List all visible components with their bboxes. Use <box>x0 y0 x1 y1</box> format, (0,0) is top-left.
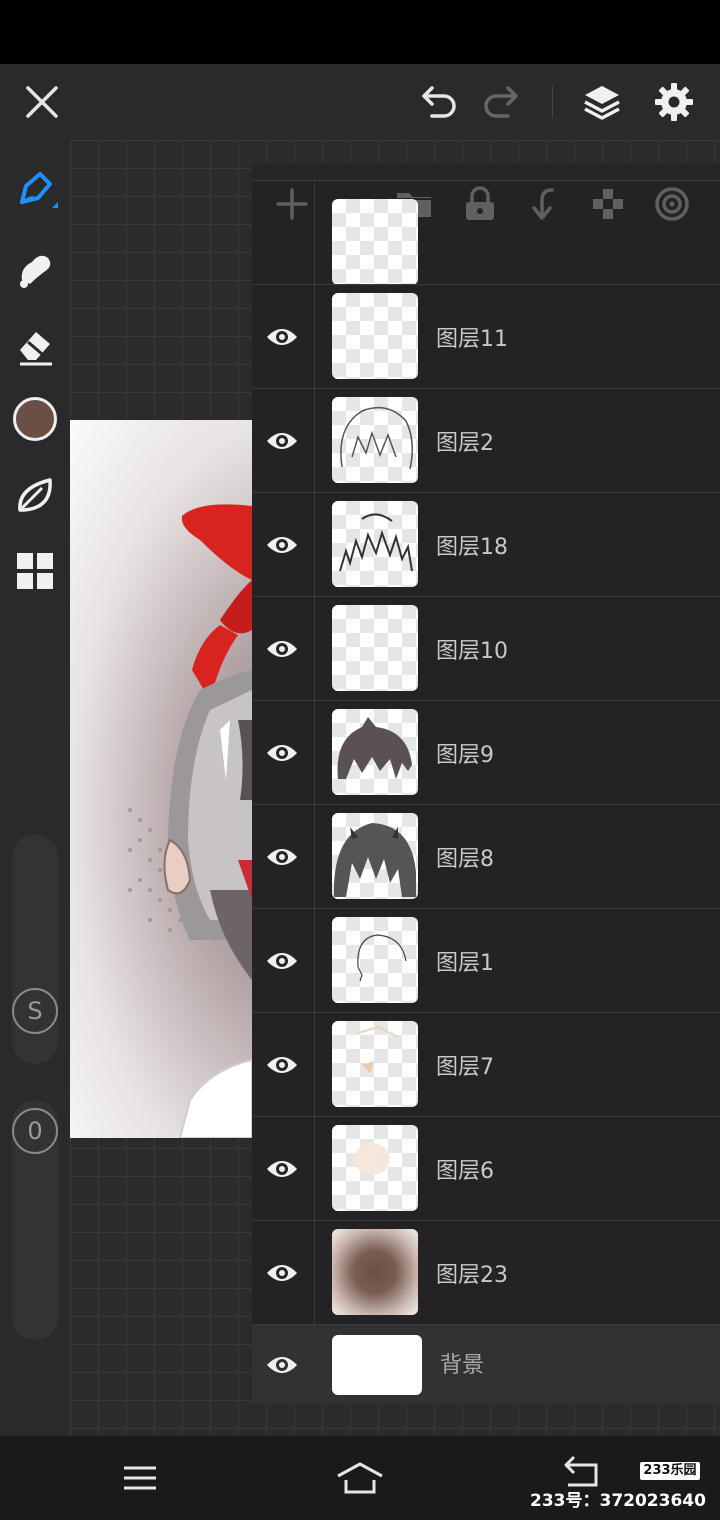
layer-row[interactable]: 图层11 <box>252 284 720 389</box>
layer-row-background[interactable]: 背景 <box>252 1324 720 1404</box>
layer-name: 图层23 <box>436 1263 508 1288</box>
size-slider-handle[interactable]: S <box>12 988 58 1034</box>
smudge-tool[interactable] <box>10 244 60 294</box>
layer-row[interactable]: 图层23 <box>252 1220 720 1325</box>
top-bar <box>0 64 720 140</box>
layer-thumbnail <box>332 605 418 691</box>
eraser-icon <box>20 332 52 366</box>
layer-thumbnail <box>332 1125 418 1211</box>
close-icon[interactable] <box>18 78 66 126</box>
watermark-logo: 233乐园 <box>640 1462 700 1480</box>
layer-name: 图层7 <box>436 1055 494 1080</box>
layer-name: 图层18 <box>436 535 508 560</box>
layer-thumbnail <box>332 709 418 795</box>
visibility-eye-icon[interactable] <box>262 419 302 463</box>
artwork-canvas[interactable] <box>70 420 252 1138</box>
row-divider <box>314 597 315 701</box>
visibility-eye-icon[interactable] <box>262 1147 302 1191</box>
visibility-eye-icon[interactable] <box>262 939 302 983</box>
visibility-eye-icon[interactable] <box>262 627 302 671</box>
row-divider <box>314 285 315 389</box>
layer-thumbnail <box>332 293 418 379</box>
character-artwork <box>128 504 252 1138</box>
layer-name: 图层1 <box>436 951 494 976</box>
opacity-slider-handle[interactable]: 0 <box>12 1108 58 1154</box>
menu-icon[interactable] <box>116 1454 164 1502</box>
layer-row[interactable]: 图层2 <box>252 388 720 493</box>
row-divider <box>314 1117 315 1221</box>
visibility-eye-icon[interactable] <box>262 731 302 775</box>
undo-icon[interactable] <box>414 78 462 126</box>
smudge-icon <box>20 255 51 288</box>
layers-icon[interactable] <box>578 78 626 126</box>
layer-name: 图层6 <box>436 1159 494 1184</box>
layer-thumbnail <box>332 199 418 285</box>
layer-thumbnail <box>332 1021 418 1107</box>
current-color <box>13 397 57 441</box>
row-divider <box>314 701 315 805</box>
settings-icon[interactable] <box>650 78 698 126</box>
row-divider <box>314 181 315 285</box>
layer-name: 图层8 <box>436 847 494 872</box>
layer-thumbnail <box>332 397 418 483</box>
row-divider <box>314 1013 315 1117</box>
toolbar-divider <box>552 86 553 118</box>
visibility-eye-icon[interactable] <box>262 835 302 879</box>
brush-tool[interactable] <box>10 166 60 216</box>
layer-row[interactable]: 图层18 <box>252 492 720 597</box>
visibility-eye-icon[interactable] <box>262 1343 302 1387</box>
layer-name: 图层2 <box>436 431 494 456</box>
left-toolbar: S 0 <box>0 140 70 1436</box>
layer-name: 图层10 <box>436 639 508 664</box>
row-divider <box>314 909 315 1013</box>
brush-icon <box>20 172 58 208</box>
grid-icon <box>17 553 53 589</box>
layer-row[interactable]: 图层9 <box>252 700 720 805</box>
layer-name: 图层9 <box>436 743 494 768</box>
layer-thumbnail <box>332 813 418 899</box>
row-divider <box>314 493 315 597</box>
color-swatch[interactable] <box>10 394 60 444</box>
visibility-eye-icon[interactable] <box>262 523 302 567</box>
layers-panel: 图层11 图层2 图层18 图层10 图层9 图层8 图层1 图层7 图层6 图… <box>252 164 720 1404</box>
row-divider <box>314 805 315 909</box>
layer-row[interactable]: 图层10 <box>252 596 720 701</box>
leaf-icon <box>18 478 52 512</box>
layer-row-partial[interactable] <box>252 180 720 285</box>
layer-row[interactable]: 图层7 <box>252 1012 720 1117</box>
row-divider <box>314 389 315 493</box>
layer-thumbnail <box>332 1335 422 1395</box>
layer-row[interactable]: 图层8 <box>252 804 720 909</box>
watermark-text: 233号：372023640 <box>530 1491 706 1511</box>
grid-tool[interactable] <box>10 546 60 596</box>
leaf-tool[interactable] <box>10 470 60 520</box>
layer-name: 背景 <box>440 1353 485 1378</box>
visibility-eye-icon[interactable] <box>262 315 302 359</box>
layer-thumbnail <box>332 501 418 587</box>
layer-thumbnail <box>332 1229 418 1315</box>
layer-thumbnail <box>332 917 418 1003</box>
visibility-eye-icon[interactable] <box>262 1251 302 1295</box>
visibility-eye-icon[interactable] <box>262 1043 302 1087</box>
home-icon[interactable] <box>336 1454 384 1502</box>
layer-row[interactable]: 图层6 <box>252 1116 720 1221</box>
eraser-tool[interactable] <box>10 320 60 370</box>
status-bar <box>0 0 720 64</box>
row-divider <box>314 1221 315 1325</box>
redo-icon[interactable] <box>478 78 526 126</box>
layer-row[interactable]: 图层1 <box>252 908 720 1013</box>
layer-name: 图层11 <box>436 327 508 352</box>
